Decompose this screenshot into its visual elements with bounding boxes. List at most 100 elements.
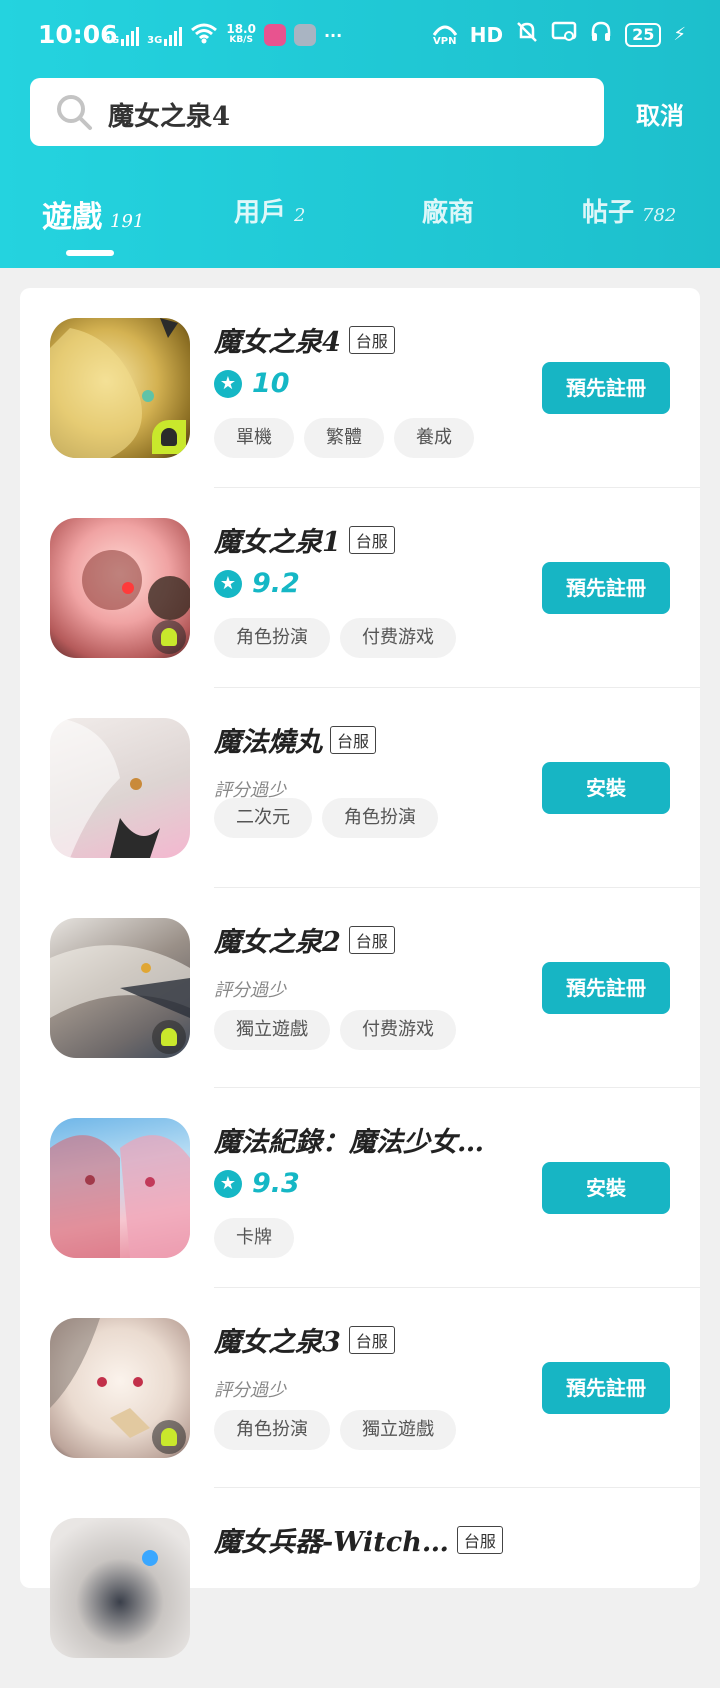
preregister-button[interactable]: 預先註冊 — [542, 362, 670, 414]
network-type-1: 4G — [104, 35, 120, 46]
headset-icon — [589, 20, 613, 49]
tag[interactable]: 二次元 — [214, 798, 312, 838]
tab-count: 191 — [110, 211, 145, 232]
game-title: 魔法紀錄：魔法少女… — [214, 1127, 484, 1158]
list-item[interactable]: 魔法燒丸 台服 評分過少 二次元 角色扮演 安裝 — [20, 688, 700, 888]
title-row: 魔女兵器-Witch… 台服 — [214, 1520, 503, 1559]
status-left-icons: 4G 3G 18.0 KB/S ··· — [104, 22, 342, 48]
server-badge: 台服 — [456, 1525, 503, 1554]
tag[interactable]: 付费游戏 — [340, 1010, 456, 1050]
signal-4g-icon: 4G — [104, 24, 140, 46]
vpn-icon: VPN — [432, 23, 458, 47]
status-right-icons: VPN HD 25 ⚡ — [432, 20, 686, 49]
mute-icon — [515, 20, 539, 49]
tab-count: 2 — [294, 205, 306, 226]
network-speed-unit: KB/S — [229, 35, 253, 45]
tab-users[interactable]: 用戶 2 — [234, 192, 305, 229]
preregister-button[interactable]: 預先註冊 — [542, 962, 670, 1014]
title-row: 魔法紀錄：魔法少女… — [214, 1120, 484, 1159]
tag-row: 獨立遊戲 付费游戏 — [214, 1010, 456, 1050]
server-badge: 台服 — [348, 325, 395, 354]
preregister-button[interactable]: 預先註冊 — [542, 562, 670, 614]
rating-note: 評分過少 — [214, 980, 286, 1001]
list-item[interactable]: 魔女之泉3 台服 評分過少 角色扮演 獨立遊戲 預先註冊 — [20, 1288, 700, 1488]
list-item[interactable]: 魔女兵器-Witch… 台服 — [20, 1488, 700, 1688]
tab-label: 廠商 — [422, 198, 475, 228]
tag-row: 卡牌 — [214, 1218, 294, 1258]
status-bar: 10:06 4G 3G 18.0 KB/S ··· VPN HD 25 ⚡ — [0, 0, 720, 72]
platform-badge-icon — [152, 420, 186, 454]
tag[interactable]: 養成 — [394, 418, 474, 458]
network-speed-value: 18.0 — [226, 22, 256, 36]
rating-score: 10 — [252, 368, 290, 399]
rating-score: 9.2 — [252, 568, 300, 599]
tab-posts[interactable]: 帖子 782 — [582, 192, 676, 229]
star-icon: ★ — [214, 369, 242, 398]
install-button[interactable]: 安裝 — [542, 762, 670, 814]
game-title: 魔女之泉1 — [214, 527, 341, 558]
tab-label: 遊戲 — [42, 200, 102, 235]
rating-row: ★ 10 — [214, 368, 290, 399]
tag[interactable]: 獨立遊戲 — [340, 1410, 456, 1450]
tag[interactable]: 單機 — [214, 418, 294, 458]
active-tab-indicator — [66, 250, 114, 256]
server-badge: 台服 — [348, 925, 395, 954]
title-row: 魔女之泉2 台服 — [214, 920, 395, 959]
app-header: 10:06 4G 3G 18.0 KB/S ··· VPN HD 25 ⚡ 魔女… — [0, 0, 720, 268]
charging-icon: ⚡ — [673, 24, 686, 45]
tab-vendors[interactable]: 廠商 — [422, 192, 482, 229]
platform-badge-icon — [152, 1420, 186, 1454]
cancel-button[interactable]: 取消 — [636, 96, 684, 131]
platform-badge-icon — [152, 1020, 186, 1054]
tag-row: 角色扮演 付费游戏 — [214, 618, 456, 658]
vpn-label: VPN — [433, 35, 457, 47]
hd-icon: HD — [469, 22, 504, 47]
star-icon: ★ — [214, 569, 242, 598]
tab-count: 782 — [642, 205, 677, 226]
game-icon — [50, 518, 190, 658]
game-title: 魔女之泉4 — [214, 327, 341, 358]
network-speed: 18.0 KB/S — [226, 22, 256, 46]
game-icon — [50, 1518, 190, 1658]
tag[interactable]: 繁體 — [304, 418, 384, 458]
tag[interactable]: 角色扮演 — [322, 798, 438, 838]
tag[interactable]: 角色扮演 — [214, 618, 330, 658]
game-title: 魔法燒丸 — [214, 727, 322, 758]
tab-label: 帖子 — [582, 198, 635, 228]
game-title: 魔女之泉2 — [214, 927, 341, 958]
list-item[interactable]: 魔法紀錄：魔法少女… ★ 9.3 卡牌 安裝 — [20, 1088, 700, 1288]
game-icon — [50, 918, 190, 1058]
tag-row: 二次元 角色扮演 — [214, 798, 438, 838]
rating-score: 9.3 — [252, 1168, 300, 1199]
title-row: 魔女之泉4 台服 — [214, 320, 395, 359]
app-notification-icon — [263, 24, 286, 46]
search-icon — [54, 92, 94, 136]
server-badge: 台服 — [330, 725, 377, 754]
results-list: 魔女之泉4 台服 ★ 10 單機 繁體 養成 預先註冊 魔女之泉1 台服 ★ 9… — [20, 288, 700, 1658]
wifi-icon — [190, 22, 218, 48]
search-input[interactable]: 魔女之泉4 — [30, 78, 604, 146]
game-icon — [50, 1318, 190, 1458]
list-item[interactable]: 魔女之泉1 台服 ★ 9.2 角色扮演 付费游戏 預先註冊 — [20, 488, 700, 688]
network-type-2: 3G — [147, 35, 163, 46]
install-button[interactable]: 安裝 — [542, 1162, 670, 1214]
battery-icon: 25 — [625, 22, 662, 47]
tag[interactable]: 卡牌 — [214, 1218, 294, 1258]
tag-row: 角色扮演 獨立遊戲 — [214, 1410, 456, 1450]
tag[interactable]: 獨立遊戲 — [214, 1010, 330, 1050]
title-row: 魔女之泉1 台服 — [214, 520, 395, 559]
search-query[interactable]: 魔女之泉4 — [108, 96, 230, 133]
preregister-button[interactable]: 預先註冊 — [542, 1362, 670, 1414]
tag[interactable]: 付费游戏 — [340, 618, 456, 658]
tag[interactable]: 角色扮演 — [214, 1410, 330, 1450]
game-title: 魔女之泉3 — [214, 1327, 341, 1358]
platform-badge-icon — [152, 620, 186, 654]
game-icon — [50, 318, 190, 458]
game-icon — [50, 718, 190, 858]
list-item[interactable]: 魔女之泉2 台服 評分過少 獨立遊戲 付费游戏 預先註冊 — [20, 888, 700, 1088]
rating-note: 評分過少 — [214, 1380, 286, 1401]
search-tabs: 遊戲 191 用戶 2 廠商 帖子 782 — [0, 186, 720, 266]
list-item[interactable]: 魔女之泉4 台服 ★ 10 單機 繁體 養成 預先註冊 — [20, 288, 700, 488]
tab-games[interactable]: 遊戲 191 — [42, 192, 144, 236]
more-notifications-icon: ··· — [323, 25, 343, 45]
